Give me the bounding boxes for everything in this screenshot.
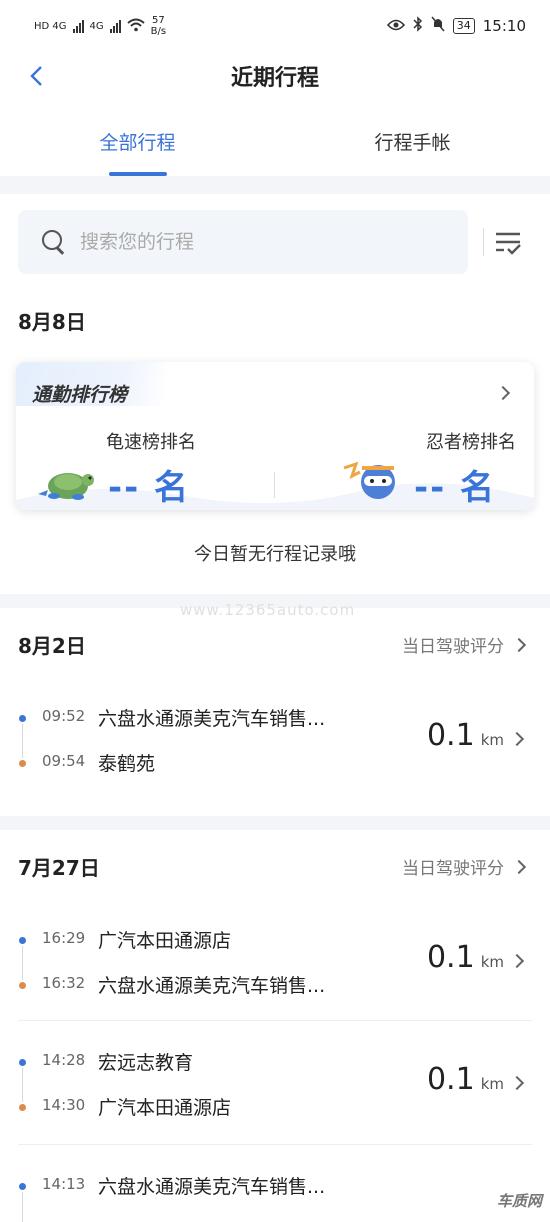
bluetooth-icon — [413, 16, 423, 36]
ranking-separator — [274, 472, 275, 498]
end-dot-icon — [19, 1104, 26, 1111]
end-place: 广汽本田通源店 — [98, 1097, 232, 1119]
start-time: 14:28 — [42, 1051, 86, 1069]
turtle-rank-value: -- 名 — [108, 468, 191, 508]
end-dot-icon — [19, 982, 26, 989]
clock: 15:10 — [482, 17, 526, 35]
start-time: 14:13 — [42, 1175, 86, 1193]
date-heading: 8月8日 — [18, 310, 86, 334]
distance-unit: km — [480, 953, 504, 971]
route-line — [22, 724, 23, 758]
search-box[interactable] — [18, 210, 468, 274]
filter-list-icon — [496, 232, 521, 255]
status-bar: HD 4G 4G 57 B/s 34 15:10 — [0, 0, 550, 52]
net-speed-value: 57 — [152, 15, 165, 26]
status-right: 34 15:10 — [386, 16, 526, 36]
trip-distance: 0.1 km — [427, 940, 504, 975]
chevron-right-icon — [511, 859, 527, 874]
net-speed-unit: B/s — [150, 26, 167, 37]
signal-strength-icon — [72, 19, 84, 33]
filter-divider — [483, 228, 484, 256]
eye-icon — [386, 17, 405, 35]
end-time: 09:54 — [42, 752, 86, 770]
daily-score-label: 当日驾驶评分 — [402, 637, 504, 657]
end-place: 六盘水通源美克汽车销售... — [98, 975, 326, 997]
search-icon — [40, 228, 68, 256]
ranking-title: 通勤排行榜 — [32, 384, 128, 406]
battery-icon: 34 — [452, 18, 475, 34]
distance-unit: km — [480, 731, 504, 749]
page-title: 近期行程 — [230, 66, 319, 91]
route-line — [22, 1192, 23, 1222]
tab-all-trips[interactable]: 全部行程 — [0, 112, 275, 176]
search-input[interactable] — [80, 231, 440, 253]
date-heading: 8月2日 — [18, 634, 86, 658]
back-arrow-icon — [30, 66, 42, 86]
route-line — [22, 946, 23, 980]
trip-row[interactable]: 09:52 六盘水通源美克汽车销售... 09:54 泰鹤苑 0.1 km — [0, 688, 550, 780]
trip-row[interactable]: 14:28 宏远志教育 14:30 广汽本田通源店 0.1 km — [0, 1032, 550, 1124]
route-line — [22, 1068, 23, 1102]
start-time: 09:52 — [42, 707, 86, 725]
row-divider — [18, 1144, 532, 1145]
section-divider — [0, 176, 550, 194]
net-speed: 57 B/s — [151, 15, 166, 37]
status-left: HD 4G 4G 57 B/s — [34, 15, 166, 37]
wifi-icon — [126, 18, 145, 35]
start-place: 六盘水通源美克汽车销售... — [98, 708, 326, 730]
start-place: 六盘水通源美克汽车销售... — [98, 1176, 326, 1198]
chevron-right-icon — [511, 637, 527, 652]
filter-button[interactable] — [492, 226, 524, 258]
chevron-right-icon — [495, 385, 511, 401]
distance-unit: km — [480, 1075, 504, 1093]
daily-score-label: 当日驾驶评分 — [402, 859, 504, 879]
chevron-right-icon — [509, 731, 525, 747]
start-place: 宏远志教育 — [98, 1052, 194, 1074]
distance-value: 0.1 — [426, 1062, 475, 1097]
ninja-rank-label: 忍者榜排名 — [426, 432, 516, 453]
turtle-rank-label: 龟速榜排名 — [106, 432, 196, 453]
header: 近期行程 — [0, 52, 550, 100]
start-dot-icon — [19, 937, 26, 944]
start-place: 广汽本田通源店 — [98, 930, 232, 952]
ninja-icon — [343, 461, 395, 499]
start-dot-icon — [19, 715, 26, 722]
corner-logo: 车质网 — [496, 1192, 542, 1210]
commute-ranking-card[interactable]: 通勤排行榜 龟速榜排名 忍者榜排名 -- 名 -- 名 — [16, 362, 534, 510]
end-time: 14:30 — [42, 1096, 86, 1114]
trip-row[interactable]: 16:29 广汽本田通源店 16:32 六盘水通源美克汽车销售... 0.1 k… — [0, 910, 550, 1002]
start-dot-icon — [19, 1059, 26, 1066]
watermark: www.12365auto.com — [180, 601, 356, 619]
end-place: 泰鹤苑 — [98, 753, 156, 775]
start-dot-icon — [19, 1183, 26, 1190]
back-button[interactable] — [22, 62, 50, 90]
distance-value: 0.1 — [426, 940, 475, 975]
date-heading: 7月27日 — [18, 856, 100, 880]
tab-trip-journal[interactable]: 行程手帐 — [275, 112, 550, 176]
signal-strength-icon-2 — [109, 19, 121, 33]
signal-icon-2: 4G — [89, 20, 104, 32]
end-dot-icon — [19, 760, 26, 767]
trip-distance: 0.1 km — [427, 718, 504, 753]
turtle-icon — [38, 473, 94, 500]
ninja-rank-value: -- 名 — [414, 468, 497, 508]
chevron-right-icon — [509, 1075, 525, 1091]
signal-icon: HD 4G — [34, 20, 67, 32]
mute-bell-icon — [431, 16, 445, 36]
tab-bar: 全部行程 行程手帐 — [0, 112, 550, 176]
daily-score-link[interactable]: 当日驾驶评分 — [402, 632, 527, 657]
end-time: 16:32 — [42, 974, 86, 992]
distance-value: 0.1 — [426, 718, 475, 753]
row-divider — [18, 1020, 532, 1021]
trip-distance: 0.1 km — [427, 1062, 504, 1097]
section-divider — [0, 816, 550, 830]
start-time: 16:29 — [42, 929, 86, 947]
daily-score-link[interactable]: 当日驾驶评分 — [402, 854, 527, 879]
chevron-right-icon — [509, 953, 525, 969]
empty-trips-note: 今日暂无行程记录哦 — [194, 544, 356, 565]
